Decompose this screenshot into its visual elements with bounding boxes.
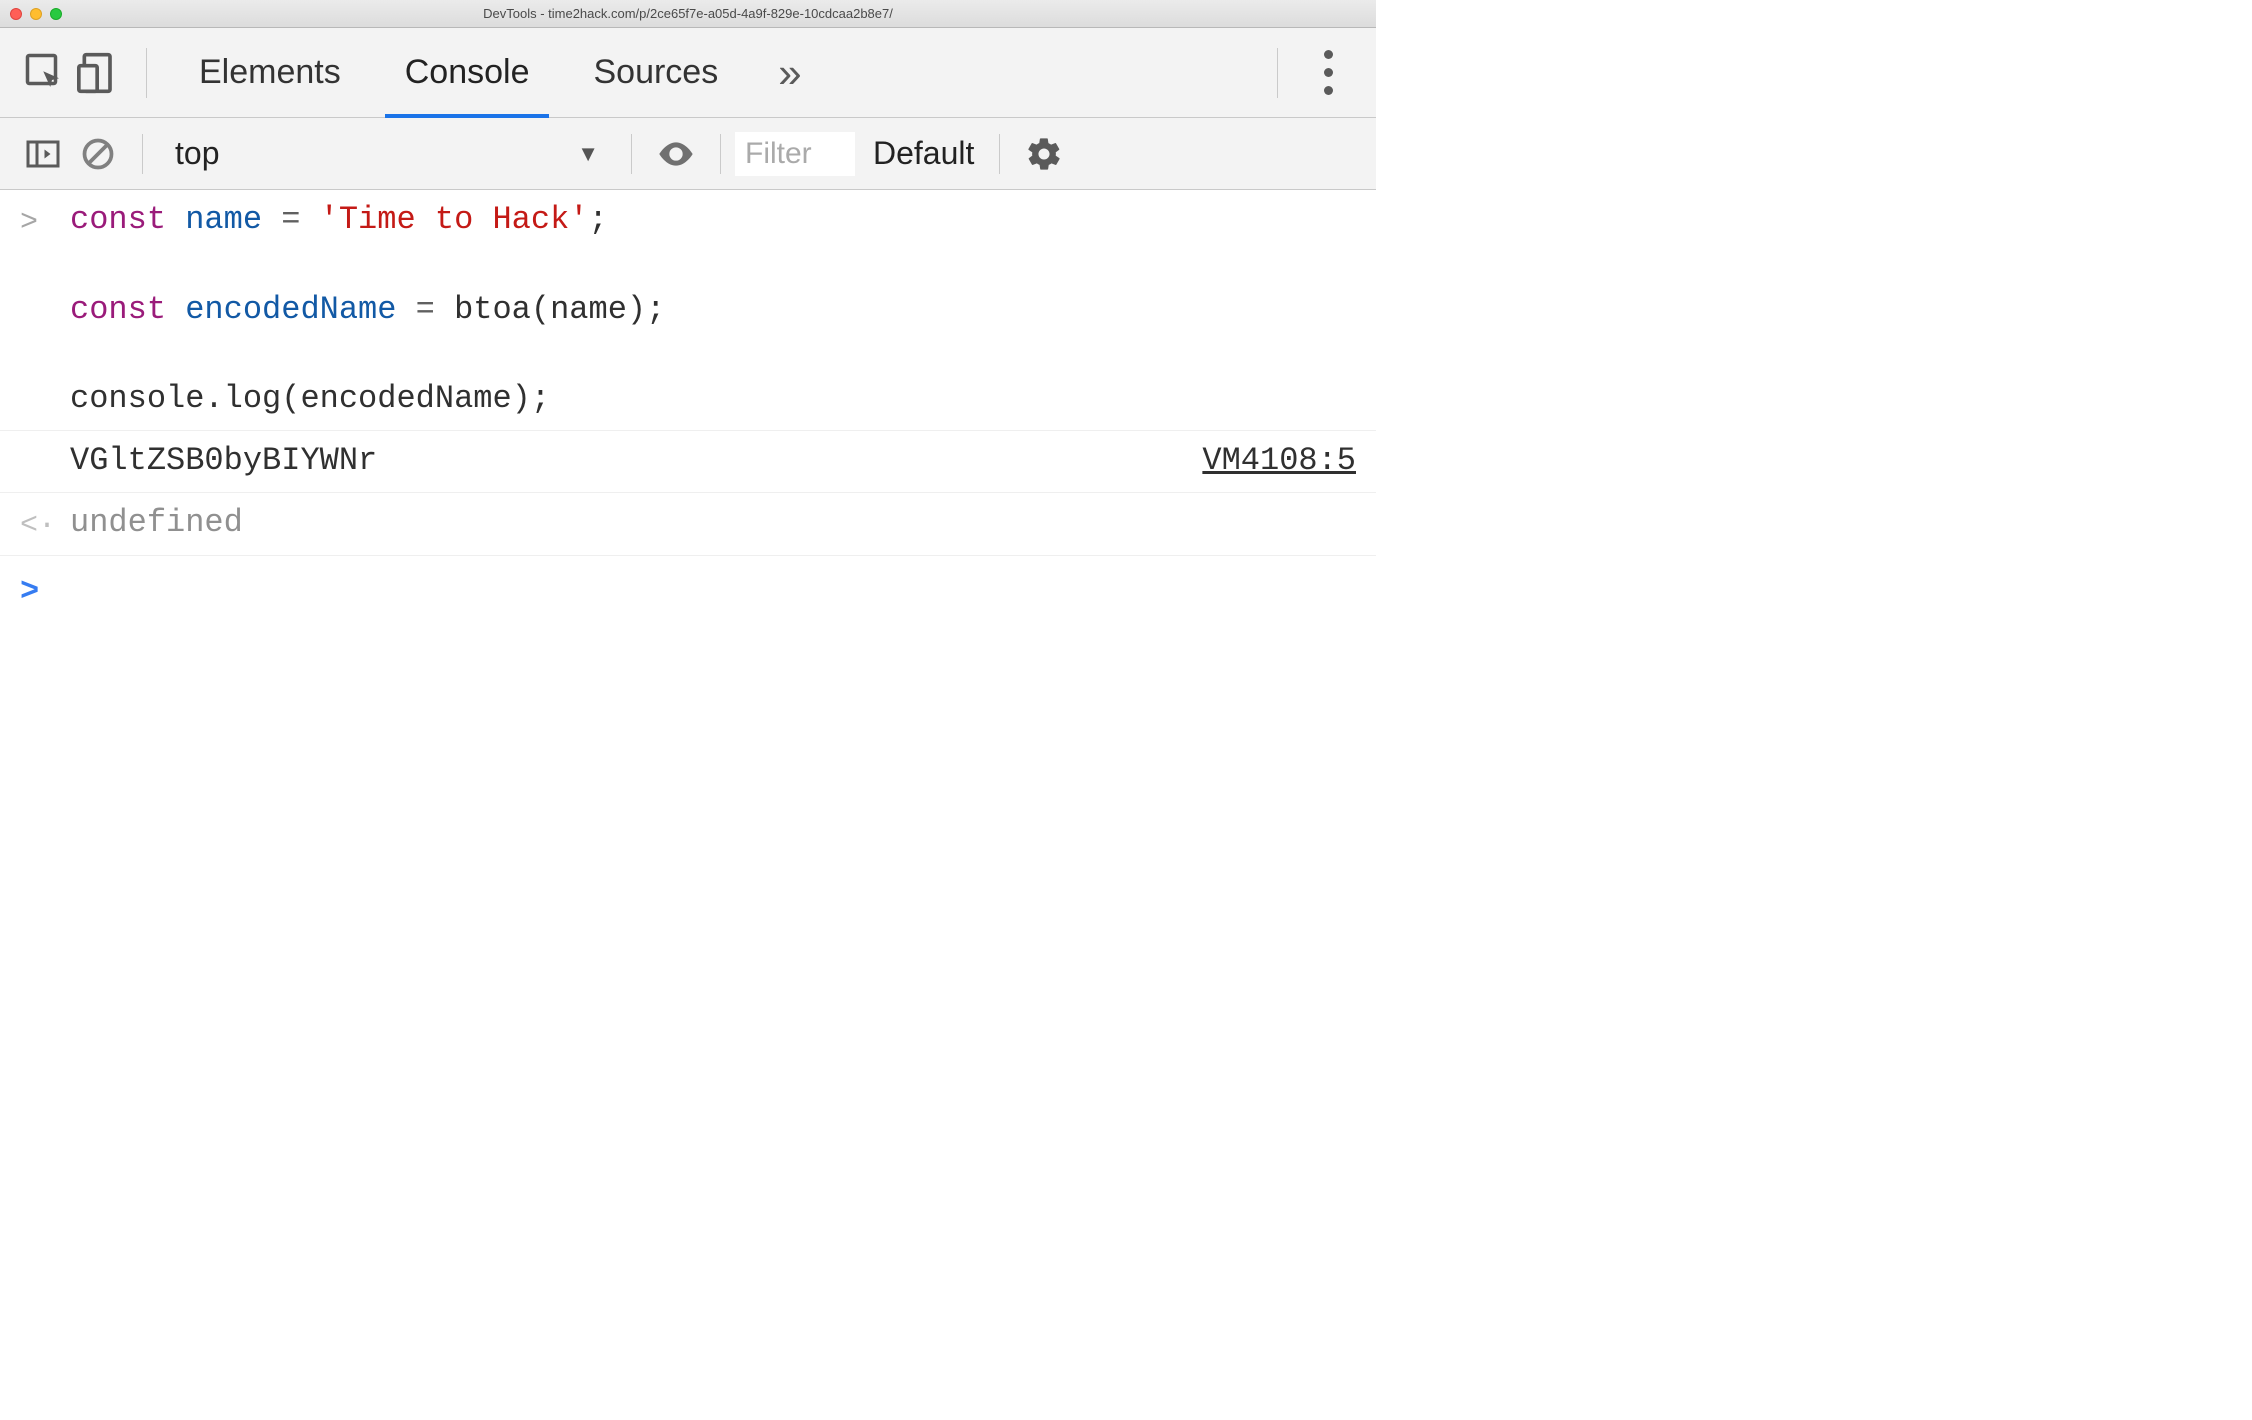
traffic-lights xyxy=(0,8,62,20)
live-expression-icon[interactable] xyxy=(646,134,706,174)
window-title: DevTools - time2hack.com/p/2ce65f7e-a05d… xyxy=(0,6,1376,21)
divider xyxy=(720,134,721,174)
panel-tabs: Elements Console Sources » xyxy=(167,28,1257,117)
device-toolbar-icon[interactable] xyxy=(72,28,126,118)
execution-context-dropdown[interactable]: top ▼ xyxy=(157,135,617,172)
window-title-bar: DevTools - time2hack.com/p/2ce65f7e-a05d… xyxy=(0,0,1376,28)
log-output: VGltZSB0byBIYWNr xyxy=(70,439,377,484)
divider xyxy=(146,48,147,98)
console-active-prompt[interactable]: > xyxy=(0,556,1376,625)
log-levels-dropdown[interactable]: Default xyxy=(855,135,985,172)
filter-input[interactable] xyxy=(735,132,855,176)
divider xyxy=(142,134,143,174)
source-link[interactable]: VM4108:5 xyxy=(1182,439,1356,484)
minimize-button[interactable] xyxy=(30,8,42,20)
return-prompt-icon: <· xyxy=(20,501,70,547)
divider xyxy=(1277,48,1278,98)
console-log-row: VGltZSB0byBIYWNr VM4108:5 xyxy=(0,431,1376,493)
tab-elements[interactable]: Elements xyxy=(167,28,373,117)
log-gutter xyxy=(20,439,70,484)
console-input[interactable] xyxy=(70,566,1356,615)
console-output: > const name = 'Time to Hack'; const enc… xyxy=(0,190,1376,625)
console-input-row: > const name = 'Time to Hack'; const enc… xyxy=(0,190,1376,431)
console-toolbar: top ▼ Default xyxy=(0,118,1376,190)
toggle-sidebar-icon[interactable] xyxy=(18,136,68,172)
context-label: top xyxy=(175,135,219,172)
tab-console[interactable]: Console xyxy=(373,28,562,117)
inspect-element-icon[interactable] xyxy=(18,28,72,118)
maximize-button[interactable] xyxy=(50,8,62,20)
more-tabs-button[interactable]: » xyxy=(750,28,829,117)
clear-console-icon[interactable] xyxy=(68,136,128,172)
input-prompt-icon: > xyxy=(20,198,70,422)
chevron-down-icon: ▼ xyxy=(577,141,599,167)
main-tab-bar: Elements Console Sources » xyxy=(0,28,1376,118)
active-prompt-icon: > xyxy=(20,566,70,615)
divider xyxy=(631,134,632,174)
return-value: undefined xyxy=(70,501,1356,547)
close-button[interactable] xyxy=(10,8,22,20)
console-settings-icon[interactable] xyxy=(1014,135,1074,173)
divider xyxy=(999,134,1000,174)
tab-sources[interactable]: Sources xyxy=(561,28,750,117)
console-return-row: <· undefined xyxy=(0,493,1376,556)
settings-menu-button[interactable] xyxy=(1298,50,1358,95)
console-code[interactable]: const name = 'Time to Hack'; const encod… xyxy=(70,198,1356,422)
